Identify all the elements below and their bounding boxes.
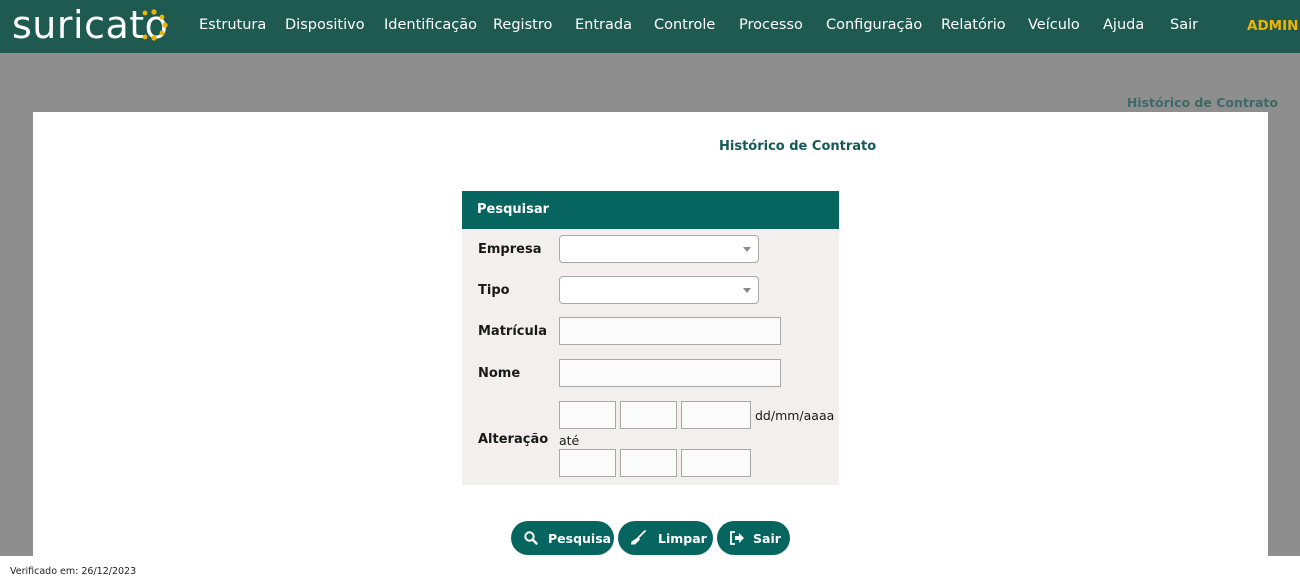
top-navbar: suricato Estrutura Dispositivo Identific… bbox=[0, 0, 1300, 53]
matricula-input[interactable] bbox=[559, 317, 781, 345]
verified-date: Verificado em: 26/12/2023 bbox=[10, 566, 137, 577]
alteracao-to-year[interactable] bbox=[681, 449, 751, 477]
nav-item-ajuda[interactable]: Ajuda bbox=[1103, 17, 1144, 33]
sign-out-icon bbox=[730, 531, 744, 545]
nav-item-relatorio[interactable]: Relatório bbox=[941, 17, 1006, 33]
broom-icon bbox=[631, 530, 646, 545]
tipo-label: Tipo bbox=[478, 283, 510, 298]
nav-item-dispositivo[interactable]: Dispositivo bbox=[285, 17, 365, 33]
breadcrumb: Histórico de Contrato bbox=[1126, 95, 1278, 110]
alteracao-from-day[interactable] bbox=[559, 401, 616, 429]
alteracao-to-month[interactable] bbox=[620, 449, 677, 477]
search-form-header: Pesquisar bbox=[462, 191, 839, 229]
chevron-down-icon bbox=[743, 247, 751, 252]
limpar-button-label: Limpar bbox=[658, 531, 707, 546]
matricula-label: Matrícula bbox=[478, 324, 547, 339]
alteracao-label: Alteração bbox=[478, 432, 549, 447]
nav-item-configuracao[interactable]: Configuração bbox=[826, 17, 922, 33]
chevron-down-icon bbox=[743, 288, 751, 293]
date-format-hint: dd/mm/aaaa bbox=[755, 408, 835, 423]
nome-label: Nome bbox=[478, 366, 521, 381]
alteracao-to-day[interactable] bbox=[559, 449, 616, 477]
nome-input[interactable] bbox=[559, 359, 781, 387]
tipo-select[interactable] bbox=[559, 276, 759, 304]
empresa-select[interactable] bbox=[559, 235, 759, 263]
pesquisa-button-label: Pesquisa bbox=[548, 531, 612, 546]
sair-button-label: Sair bbox=[753, 531, 781, 546]
alteracao-from-year[interactable] bbox=[681, 401, 751, 429]
page-title: Histórico de Contrato bbox=[719, 139, 877, 154]
search-icon bbox=[524, 531, 538, 545]
search-form-title: Pesquisar bbox=[477, 202, 550, 217]
nav-item-controle[interactable]: Controle bbox=[654, 17, 715, 33]
nav-item-entrada[interactable]: Entrada bbox=[575, 17, 632, 33]
logo-dots-icon bbox=[142, 9, 168, 41]
user-name[interactable]: ADMIN bbox=[1247, 18, 1298, 34]
limpar-button[interactable]: Limpar bbox=[618, 521, 713, 555]
alteracao-from-month[interactable] bbox=[620, 401, 677, 429]
nav-item-registro[interactable]: Registro bbox=[493, 17, 552, 33]
date-range-separator: até bbox=[559, 433, 580, 448]
nav-item-veiculo[interactable]: Veículo bbox=[1028, 17, 1080, 33]
sair-button[interactable]: Sair bbox=[717, 521, 790, 555]
nav-item-sair[interactable]: Sair bbox=[1170, 17, 1198, 33]
empresa-label: Empresa bbox=[478, 242, 542, 257]
nav-item-estrutura[interactable]: Estrutura bbox=[199, 17, 266, 33]
nav-item-processo[interactable]: Processo bbox=[739, 17, 803, 33]
pesquisa-button[interactable]: Pesquisa bbox=[511, 521, 614, 555]
nav-item-identificacao[interactable]: Identificação bbox=[384, 17, 477, 33]
